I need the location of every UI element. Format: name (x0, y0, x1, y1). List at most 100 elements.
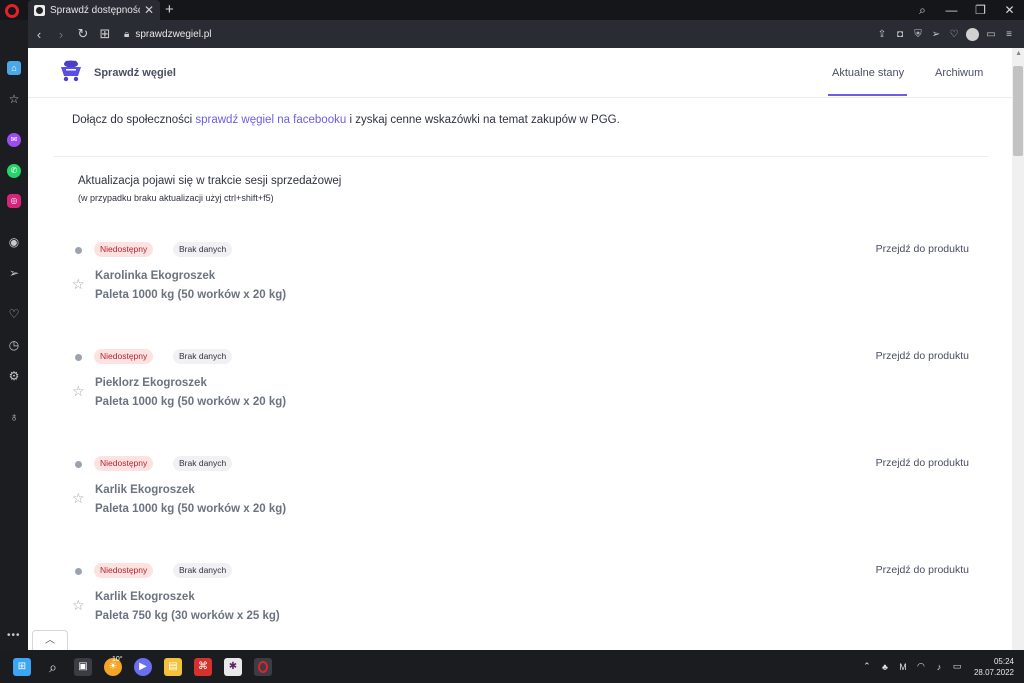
bookmarks-star-icon[interactable]: ☆ (7, 92, 21, 106)
url-field[interactable]: sprawdzwegiel.pl (135, 29, 873, 40)
product-package: Paleta 1000 kg (50 worków x 20 kg) (95, 503, 287, 515)
tray-overflow-chevron-icon[interactable]: ⌃ (858, 661, 876, 672)
product-package: Paleta 1000 kg (50 worków x 20 kg) (95, 289, 287, 301)
tray-m-icon[interactable]: M (894, 662, 912, 672)
profile-avatar[interactable] (966, 27, 979, 41)
windows-start-icon[interactable]: ⊞ (13, 658, 31, 676)
easy-setup-icon[interactable]: ≡ (1000, 29, 1018, 40)
status-badge: Niedostępny (94, 563, 154, 578)
new-tab-icon[interactable]: + (165, 1, 174, 18)
window-controls: ⌕ — ❐ ✕ (908, 0, 1024, 20)
camera-icon[interactable]: ◘ (891, 29, 909, 40)
chat-icon[interactable]: ▶ (134, 658, 152, 676)
tabs-grid-icon[interactable]: ⊞ (94, 26, 116, 42)
go-to-product-link[interactable]: Przejdź do produktu (876, 243, 969, 255)
shield-icon[interactable]: ⛨ (909, 29, 927, 40)
restore-icon[interactable]: ❐ (966, 3, 995, 17)
status-badge: Niedostępny (94, 456, 154, 471)
tab-search-icon[interactable]: ⌕ (908, 3, 937, 18)
battery-saver-icon[interactable]: ▭ (982, 29, 1000, 40)
section-divider (54, 156, 988, 157)
file-explorer-icon[interactable]: ▤ (164, 658, 182, 676)
page-scrollbar[interactable]: ▲ (1012, 48, 1024, 650)
product-name: Pieklorz Ekogroszek (95, 377, 207, 389)
volume-icon[interactable]: ♪ (930, 662, 948, 672)
heart-icon[interactable]: ♡ (945, 29, 963, 40)
facebook-link[interactable]: sprawdź węgiel na facebooku (195, 114, 346, 126)
windows-taskbar: ⊞ ⌕ ▣ ☀ 10° ▶ ▤ ⌘ ✱ ⌃ ♣ M ◠ ♪ ▭ 05:24 28… (0, 650, 1024, 683)
minimize-icon[interactable]: — (937, 3, 966, 17)
product-package: Paleta 1000 kg (50 worków x 20 kg) (95, 396, 287, 408)
address-bar: ‹ › ↻ ⊞ 🔒︎ sprawdzwegiel.pl ⇪ ◘ ⛨ ➢ ♡ ▭ … (28, 20, 1024, 48)
tab-favicon-icon (34, 4, 45, 16)
wifi-icon[interactable]: ◠ (912, 661, 930, 672)
status-dot (75, 354, 82, 361)
scrollbar-thumb[interactable] (1013, 66, 1023, 156)
flow-send-icon[interactable]: ➢ (7, 266, 21, 280)
messenger-icon[interactable]: ✉ (7, 133, 21, 147)
product-row: Niedostępny Brak danych Przejdź do produ… (28, 456, 988, 536)
task-view-icon[interactable]: ▣ (74, 658, 92, 676)
product-row: Niedostępny Brak danych Przejdź do produ… (28, 242, 988, 322)
favorites-heart-icon[interactable]: ♡ (7, 307, 21, 321)
whatsapp-icon[interactable]: ✆ (7, 164, 21, 178)
community-notice: Dołącz do społeczności sprawdź węgiel na… (72, 114, 620, 126)
clock-date: 28.07.2022 (973, 667, 1014, 677)
system-clock[interactable]: 05:24 28.07.2022 (974, 656, 1014, 678)
reload-icon[interactable]: ↻ (72, 26, 94, 42)
favorite-star-icon[interactable]: ☆ (72, 597, 85, 614)
go-to-product-link[interactable]: Przejdź do produktu (876, 457, 969, 469)
opera-menu-icon[interactable] (5, 4, 19, 18)
favorite-star-icon[interactable]: ☆ (72, 383, 85, 400)
close-window-icon[interactable]: ✕ (995, 3, 1024, 17)
send-icon[interactable]: ➢ (927, 29, 945, 40)
pdf-reader-icon[interactable]: ⌘ (194, 658, 212, 676)
go-to-product-link[interactable]: Przejdź do produktu (876, 350, 969, 362)
browser-tab[interactable]: Sprawdź dostępność węgla ✕ (28, 0, 160, 20)
info-badge: Brak danych (173, 456, 233, 471)
address-bar-actions: ⇪ ◘ ⛨ ➢ ♡ ▭ ≡ (873, 27, 1018, 41)
tab-close-icon[interactable]: ✕ (144, 3, 154, 17)
lock-icon[interactable]: 🔒︎ (124, 29, 129, 40)
update-notice-title: Aktualizacja pojawi się w trakcie sesji … (78, 175, 342, 187)
slack-icon[interactable]: ✱ (224, 658, 242, 676)
info-badge: Brak danych (173, 563, 233, 578)
product-row: Niedostępny Brak danych Przejdź do produ… (28, 349, 988, 429)
community-text-before: Dołącz do społeczności (72, 114, 196, 126)
tips-lightbulb-icon[interactable]: ♁ (7, 410, 21, 424)
page-viewport: Sprawdź węgiel Aktualne stany Archiwum D… (28, 48, 1024, 650)
tray-app-icon[interactable]: ♣ (876, 662, 894, 672)
collapse-chevron-up-icon[interactable]: ︿ (32, 630, 68, 650)
instagram-icon[interactable]: ◎ (7, 194, 21, 208)
settings-gear-icon[interactable]: ⚙ (7, 369, 21, 383)
site-header: Sprawdź węgiel Aktualne stany Archiwum (28, 48, 1012, 98)
share-icon[interactable]: ⇪ (873, 29, 891, 40)
status-badge: Niedostępny (94, 242, 154, 257)
go-to-product-link[interactable]: Przejdź do produktu (876, 564, 969, 576)
nav-active-indicator (828, 94, 907, 96)
nav-tab-archive[interactable]: Archiwum (935, 67, 983, 79)
coal-cart-logo-icon[interactable] (58, 58, 84, 84)
battery-icon[interactable]: ▭ (948, 661, 966, 672)
clock-time: 05:24 (993, 656, 1014, 666)
product-name: Karolinka Ekogroszek (95, 270, 216, 282)
nav-tab-current[interactable]: Aktualne stany (832, 67, 904, 79)
status-dot (75, 568, 82, 575)
tab-title: Sprawdź dostępność węgla (50, 4, 140, 16)
search-icon[interactable]: ⌕ (44, 658, 62, 676)
scroll-up-icon[interactable]: ▲ (1015, 50, 1022, 57)
product-name: Karlik Ekogroszek (95, 484, 195, 496)
site-brand[interactable]: Sprawdź węgiel (94, 67, 176, 79)
back-icon[interactable]: ‹ (28, 27, 50, 42)
favorite-star-icon[interactable]: ☆ (72, 276, 85, 293)
opera-taskbar-icon[interactable] (254, 658, 272, 676)
favorite-star-icon[interactable]: ☆ (72, 490, 85, 507)
player-icon[interactable]: ◉ (7, 235, 21, 249)
home-icon[interactable]: ⌂ (7, 61, 21, 75)
info-badge: Brak danych (173, 242, 233, 257)
forward-icon[interactable]: › (50, 27, 72, 42)
community-text-after: i zyskaj cenne wskazówki na temat zakupó… (346, 114, 620, 126)
more-icon[interactable]: ••• (7, 630, 21, 641)
history-clock-icon[interactable]: ◷ (7, 338, 21, 352)
product-name: Karlik Ekogroszek (95, 591, 195, 603)
